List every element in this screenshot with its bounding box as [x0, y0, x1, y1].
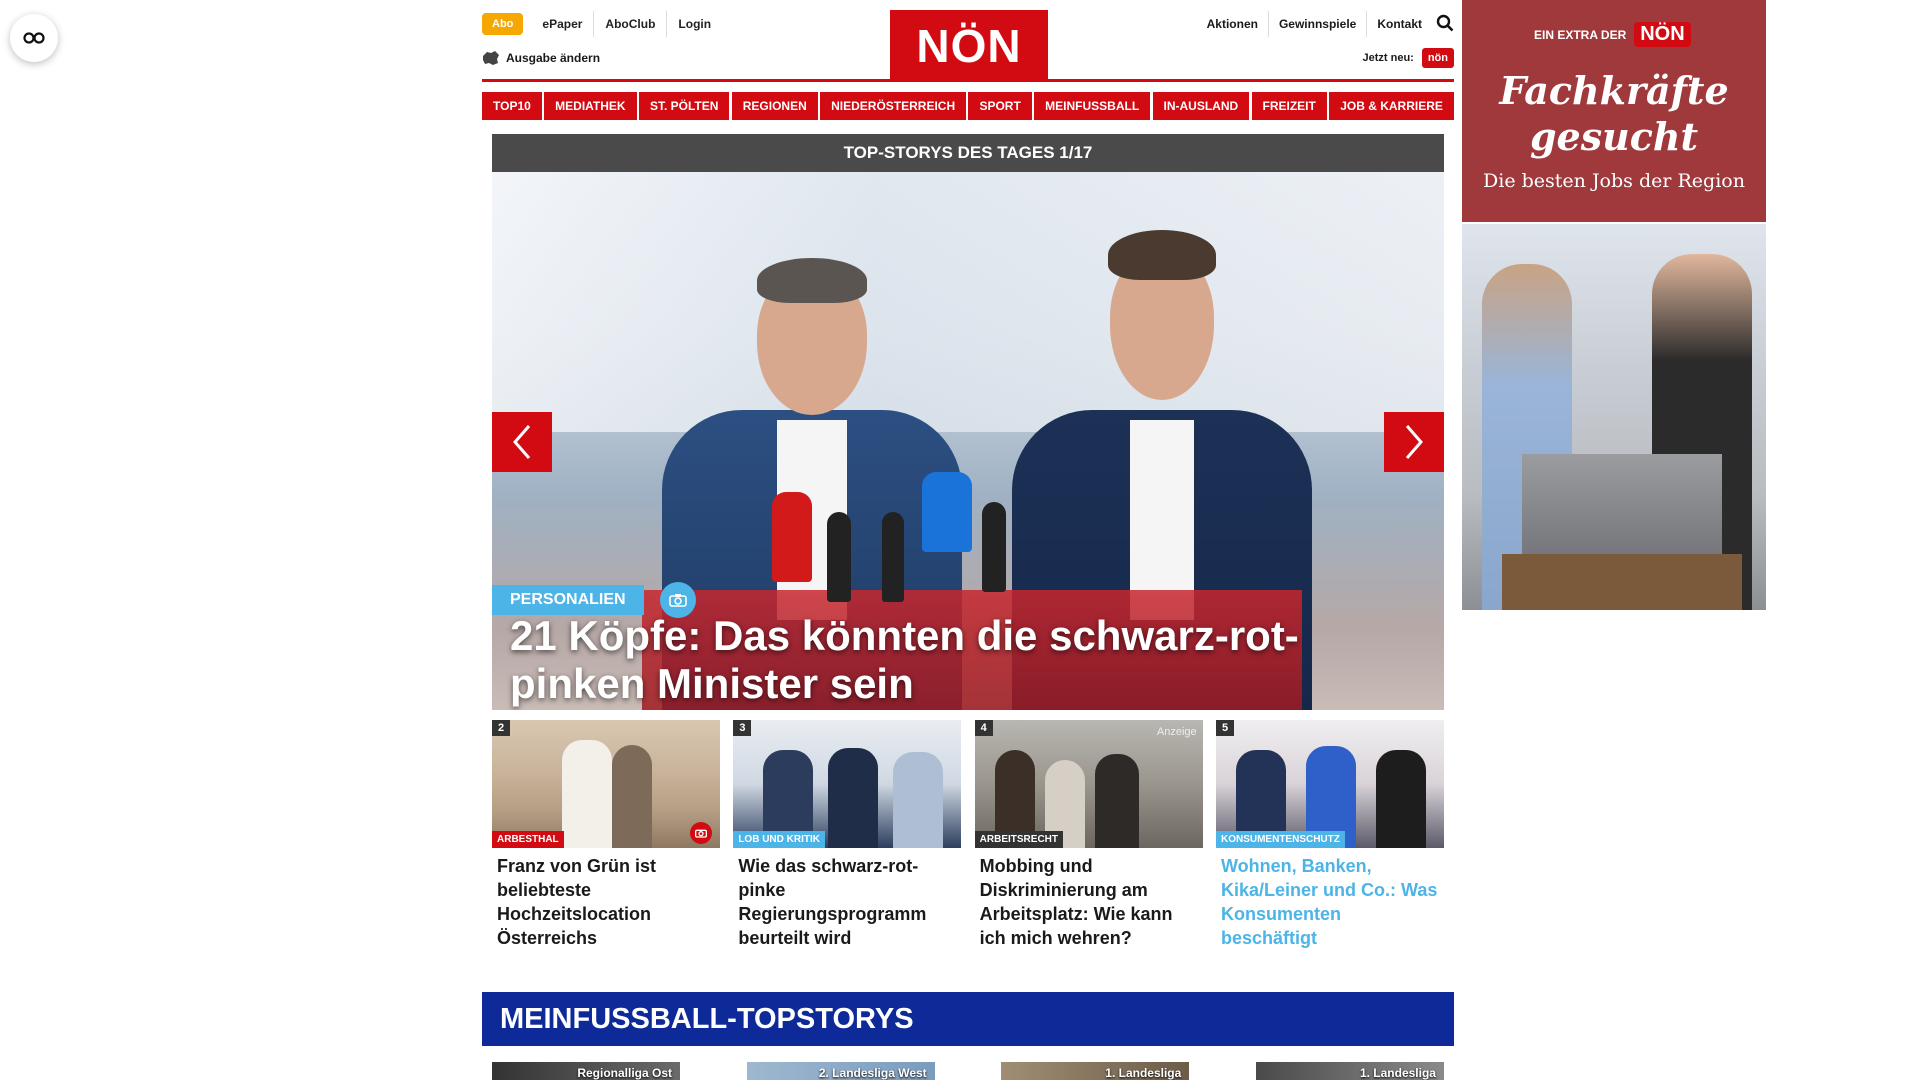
teaser-title[interactable]: Wohnen, Banken, Kika/Leiner und Co.: Was… — [1216, 848, 1444, 950]
site-header: Abo ePaper AboClub Login Ausgabe ändern … — [482, 0, 1454, 82]
nav-in-ausland[interactable]: IN-AUSLAND — [1152, 92, 1250, 120]
teaser-category[interactable]: LOB UND KRITIK — [733, 831, 825, 848]
hero-story[interactable]: PERSONALIEN 21 Köpfe: Das könnten die sc… — [492, 172, 1444, 710]
aktionen-link[interactable]: Aktionen — [1197, 11, 1269, 37]
top-links-right: Aktionen Gewinnspiele Kontakt — [1197, 11, 1454, 37]
fussball-section-heading[interactable]: MEINFUSSBALL-TOPSTORYS — [482, 992, 1454, 1046]
fussball-card-league: Regionalliga Ost — [577, 1066, 672, 1080]
nav-mediathek[interactable]: MEDIATHEK — [544, 92, 637, 120]
hero-photo-mic — [982, 502, 1006, 592]
main-nav: TOP10 MEDIATHEK ST. PÖLTEN REGIONEN NIED… — [482, 92, 1454, 120]
ad-extra-label: EIN EXTRA DER NÖN — [1534, 22, 1691, 47]
teaser-category[interactable]: KONSUMENTENSCHUTZ — [1215, 831, 1345, 848]
main-page: Abo ePaper AboClub Login Ausgabe ändern … — [482, 0, 1454, 1080]
hero-photo-mic — [882, 512, 904, 602]
change-edition-label: Ausgabe ändern — [506, 51, 601, 65]
ad-image — [1462, 224, 1766, 610]
slider-next-button[interactable] — [1384, 412, 1444, 472]
teaser-card[interactable]: 4 Anzeige ARBEITSRECHT Mobbing und Diskr… — [974, 720, 1203, 950]
top-stories-slider: TOP-STORYS DES TAGES 1/17 PERSONALIEN 21… — [492, 134, 1444, 710]
teaser-image: 3 LOB UND KRITIK — [733, 720, 962, 848]
teaser-row: 2 ARBESTHAL Franz von Grün ist beliebtes… — [492, 720, 1444, 950]
teaser-category[interactable]: ARBESTHAL — [492, 831, 564, 848]
teaser-title[interactable]: Mobbing und Diskriminierung am Arbeitspl… — [975, 848, 1203, 950]
teaser-title[interactable]: Wie das schwarz-rot-pinke Regierungsprog… — [733, 848, 961, 950]
change-edition-link[interactable]: Ausgabe ändern — [482, 50, 600, 66]
chevron-right-icon — [1405, 425, 1423, 459]
login-link[interactable]: Login — [667, 11, 722, 37]
teaser-image: 2 ARBESTHAL — [492, 720, 720, 848]
accessibility-button[interactable] — [10, 14, 58, 62]
epaper-link[interactable]: ePaper — [531, 11, 595, 37]
ad-noen-logo: NÖN — [1634, 22, 1691, 47]
teaser-number: 3 — [733, 720, 752, 736]
ad-title-line1: Fachkräfte — [1499, 68, 1729, 113]
nav-sport[interactable]: SPORT — [968, 92, 1032, 120]
search-icon[interactable] — [1436, 14, 1454, 35]
noen-logo[interactable]: NÖN — [890, 10, 1048, 82]
slider-heading: TOP-STORYS DES TAGES 1/17 — [492, 134, 1444, 172]
teaser-number: 2 — [492, 720, 511, 736]
mini-noen-logo: nön — [1421, 48, 1454, 68]
ad-extra-text: EIN EXTRA DER — [1534, 27, 1627, 42]
teaser-card[interactable]: 3 LOB UND KRITIK Wie das schwarz-rot-pin… — [733, 720, 962, 950]
fussball-card[interactable]: Regionalliga Ost — [492, 1062, 680, 1080]
hero-category-badge[interactable]: PERSONALIEN — [492, 585, 644, 615]
nav-regionen[interactable]: REGIONEN — [731, 92, 818, 120]
camera-icon — [690, 822, 712, 844]
teaser-card[interactable]: 2 ARBESTHAL Franz von Grün ist beliebtes… — [492, 720, 720, 950]
nav-st-poelten[interactable]: ST. PÖLTEN — [638, 92, 730, 120]
jetzt-neu[interactable]: Jetzt neu: nön — [1362, 48, 1454, 68]
hero-photo-mic — [827, 512, 851, 602]
accessibility-icon — [23, 32, 45, 44]
jetzt-neu-label: Jetzt neu: — [1362, 52, 1414, 64]
ad-title: Fachkräfte gesucht — [1462, 68, 1766, 160]
nav-meinfussball[interactable]: MEINFUSSBALL — [1034, 92, 1151, 120]
hero-headline[interactable]: 21 Köpfe: Das könnten die schwarz-rot-pi… — [510, 612, 1430, 708]
job-ad-banner[interactable]: EIN EXTRA DER NÖN Fachkräfte gesucht Die… — [1462, 0, 1766, 610]
fussball-card[interactable]: 1. Landesliga — [1001, 1062, 1190, 1080]
top-links-left: Abo ePaper AboClub Login — [482, 11, 722, 37]
ad-title-line2: gesucht — [1529, 114, 1699, 159]
ad-header: EIN EXTRA DER NÖN Fachkräfte gesucht Die… — [1462, 0, 1766, 222]
abo-button[interactable]: Abo — [482, 13, 524, 35]
fussball-card-league: 1. Landesliga — [1359, 1066, 1436, 1080]
nav-freizeit[interactable]: FREIZEIT — [1251, 92, 1327, 120]
ad-label: Anzeige — [1156, 726, 1197, 738]
teaser-number: 4 — [974, 720, 993, 736]
teaser-category[interactable]: ARBEITSRECHT — [974, 831, 1063, 848]
teaser-image: 4 Anzeige ARBEITSRECHT — [974, 720, 1203, 848]
nav-job-karriere[interactable]: JOB & KARRIERE — [1329, 92, 1454, 120]
fussball-card-league: 1. Landesliga — [1105, 1066, 1182, 1080]
nav-niederoesterreich[interactable]: NIEDERÖSTERREICH — [820, 92, 967, 120]
kontakt-link[interactable]: Kontakt — [1367, 11, 1432, 37]
teaser-number: 5 — [1215, 720, 1235, 736]
fussball-card[interactable]: 1. Landesliga — [1255, 1062, 1444, 1080]
gewinnspiele-link[interactable]: Gewinnspiele — [1269, 11, 1368, 37]
ad-subtitle: Die besten Jobs der Region — [1483, 170, 1745, 192]
map-region-icon — [483, 51, 499, 65]
hero-photo-mic — [772, 492, 812, 582]
slider-prev-button[interactable] — [492, 412, 552, 472]
fussball-card[interactable]: 2. Landesliga West — [746, 1062, 935, 1080]
hero-photo-mic — [922, 472, 972, 552]
fussball-card-league: 2. Landesliga West — [818, 1066, 927, 1080]
aboclub-link[interactable]: AboClub — [594, 11, 668, 37]
teaser-title[interactable]: Franz von Grün ist beliebteste Hochzeits… — [492, 848, 720, 950]
chevron-left-icon — [513, 425, 531, 459]
teaser-image: 5 KONSUMENTENSCHUTZ — [1215, 720, 1444, 848]
teaser-card[interactable]: 5 KONSUMENTENSCHUTZ Wohnen, Banken, Kika… — [1215, 720, 1444, 950]
nav-top10[interactable]: TOP10 — [482, 92, 542, 120]
fussball-cards-row: Regionalliga Ost 2. Landesliga West 1. L… — [492, 1062, 1444, 1080]
